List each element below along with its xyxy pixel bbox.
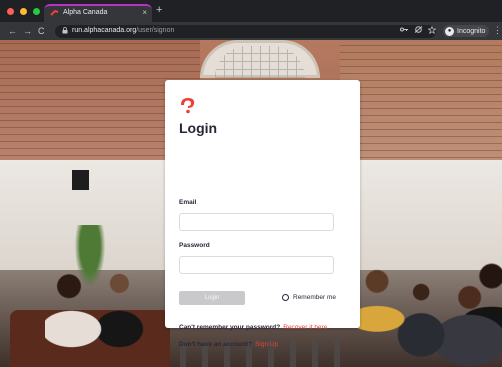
incognito-label: Incognito [457,27,486,35]
close-window-button[interactable] [7,8,14,15]
tab-title: Alpha Canada [63,9,108,16]
page-viewport: Login Email Password Login Remember me C… [0,40,502,367]
tracking-protection-icon[interactable] [414,26,423,36]
alpha-logo-icon [50,9,59,17]
minimize-window-button[interactable] [20,8,27,15]
tab-strip: Alpha Canada × + [0,0,502,22]
lock-icon[interactable] [62,27,68,36]
login-button[interactable]: Login [179,291,245,305]
forgot-password-question: Can't remember your password? [179,324,281,331]
key-icon[interactable] [400,26,409,36]
email-label: Email [179,199,197,206]
incognito-icon: ● [445,26,454,36]
background-speaker [72,170,89,190]
url-host: run.alphacanada.org [72,27,137,34]
url-path: /user/signon [136,27,175,34]
forward-button[interactable]: → [23,25,32,37]
remember-me-radio[interactable] [282,294,289,301]
signup-question: Don't have an account? [179,341,253,348]
password-field[interactable] [179,256,334,274]
forgot-password-row: Can't remember your password? Recover it … [179,324,327,331]
alpha-logo-icon [179,96,197,114]
window-controls [7,8,40,15]
signup-link[interactable]: Sign Up [255,341,278,348]
browser-toolbar: ← → C run.alphacanada.org/user/signon ● … [0,22,502,40]
incognito-badge[interactable]: ● Incognito [443,25,490,37]
email-field[interactable] [179,213,334,231]
remember-me-label: Remember me [293,294,336,301]
new-tab-button[interactable]: + [156,5,162,16]
login-card: Login Email Password Login Remember me C… [165,80,360,348]
background-people-right [355,260,502,367]
bookmark-star-icon[interactable] [427,25,437,37]
background-people-left [45,272,165,367]
browser-window: Alpha Canada × + ← → C run.alphacanada.o… [0,0,502,367]
maximize-window-button[interactable] [33,8,40,15]
reload-button[interactable]: C [38,25,45,37]
url-text: run.alphacanada.org/user/signon [72,27,174,34]
password-label: Password [179,242,210,249]
browser-menu-icon[interactable]: ⋮ [493,25,502,36]
address-bar[interactable]: run.alphacanada.org/user/signon [55,25,436,38]
tab-alpha-canada[interactable]: Alpha Canada × [44,4,152,22]
back-button[interactable]: ← [8,25,17,37]
page-title: Login [179,120,218,136]
recover-password-link[interactable]: Recover it here [283,324,327,331]
close-tab-icon[interactable]: × [142,8,147,17]
signup-row: Don't have an account? Sign Up [179,341,278,348]
remember-me-option[interactable]: Remember me [282,294,336,301]
